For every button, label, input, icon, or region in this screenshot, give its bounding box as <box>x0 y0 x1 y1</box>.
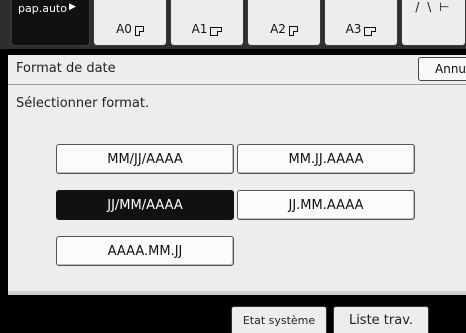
landscape-paper-icon <box>364 27 377 36</box>
format-jj-mm-aaaa-button[interactable]: JJ/MM/AAAA <box>56 190 234 220</box>
format-label: MM.JJ.AAAA <box>288 151 364 167</box>
format-mm-jj-aaaa-button[interactable]: MM/JJ/AAAA <box>56 144 234 174</box>
portrait-paper-icon <box>134 26 144 36</box>
panel-title-row: Format de date Annuler <box>8 55 466 85</box>
system-status-button[interactable]: Etat système <box>231 306 327 333</box>
format-label: JJ/MM/AAAA <box>107 197 183 213</box>
format-label: JJ.MM.AAAA <box>288 197 364 213</box>
paper-tray-bar: pap.auto ▶ A0 A1 A2 A3 / \ ⊢ <box>0 0 466 49</box>
play-arrow-icon: ▶ <box>68 2 76 12</box>
cancel-button[interactable]: Annuler <box>418 57 466 81</box>
tray-a2-label: A2 <box>270 22 286 36</box>
tray-a3[interactable]: A3 <box>324 0 398 46</box>
tray-a1-label: A1 <box>191 22 208 36</box>
tray-a1[interactable]: A1 <box>170 0 244 46</box>
tray-a3-label: A3 <box>345 22 362 36</box>
tray-auto-paper[interactable]: pap.auto ▶ <box>11 0 90 46</box>
portrait-paper-icon <box>288 26 298 36</box>
more-trays-icon: / \ ⊢ <box>415 0 452 14</box>
format-mm-dot-jj-aaaa-button[interactable]: MM.JJ.AAAA <box>237 144 415 174</box>
panel-bottom-edge <box>8 291 466 295</box>
format-label: MM/JJ/AAAA <box>107 151 183 167</box>
cancel-button-label: Annuler <box>435 62 466 76</box>
format-aaaa-mm-jj-button[interactable]: AAAA.MM.JJ <box>56 236 234 266</box>
date-format-panel: Format de date Annuler Sélectionner form… <box>8 55 466 295</box>
job-list-label: Liste trav. <box>348 312 414 328</box>
tray-a0[interactable]: A0 <box>93 0 167 46</box>
format-label: AAAA.MM.JJ <box>107 243 183 259</box>
format-jj-dot-mm-aaaa-button[interactable]: JJ.MM.AAAA <box>237 190 415 220</box>
system-status-label: Etat système <box>242 313 316 327</box>
tray-a2[interactable]: A2 <box>247 0 321 46</box>
tray-more[interactable]: / \ ⊢ <box>401 0 466 46</box>
panel-title: Format de date <box>16 61 116 76</box>
tray-auto-label: pap.auto <box>18 2 67 15</box>
instruction-text: Sélectionner format. <box>16 96 150 111</box>
tray-a0-label: A0 <box>116 22 132 36</box>
landscape-paper-icon <box>210 27 223 36</box>
job-list-button[interactable]: Liste trav. <box>333 306 429 333</box>
